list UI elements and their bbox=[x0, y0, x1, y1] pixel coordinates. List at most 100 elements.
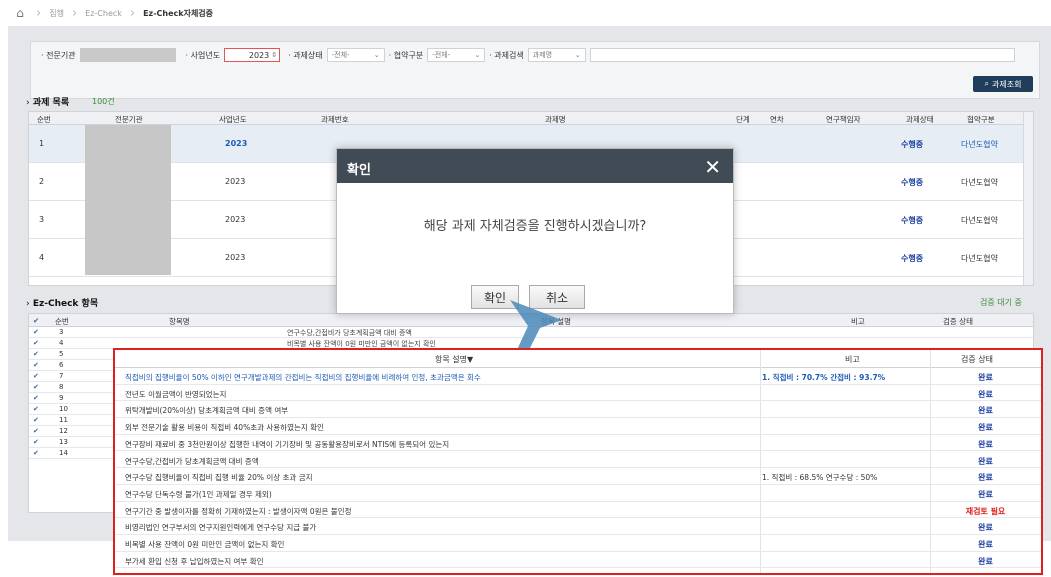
row-no: 3 bbox=[59, 328, 64, 336]
item-description: 연구수당 단독수령 불가(1인 과제일 경우 제외) bbox=[125, 489, 272, 499]
item-description: 연구기간 중 발생이자를 정확히 기재하였는지 : 발생이자액 0원은 불인정 bbox=[125, 506, 352, 516]
row-no: 10 bbox=[59, 405, 68, 413]
col-no: 순번 bbox=[37, 115, 51, 124]
verify-status-badge: 완료 bbox=[978, 373, 993, 382]
col-verify-status: 검증 상태 bbox=[943, 317, 973, 326]
item-note: 1. 직접비 : 70.7% 간접비 : 93.7% bbox=[762, 373, 886, 382]
dialog-title: 확인 bbox=[347, 163, 371, 178]
table-row[interactable]: 외부 전문기술 활용 비용이 직접비 40%초과 사용하였는지 확인 완료 bbox=[115, 418, 1041, 435]
org-cells-blurred bbox=[85, 125, 171, 275]
check-icon[interactable]: ✔ bbox=[33, 416, 43, 425]
item-description: 전년도 이월금액이 반영되었는지 bbox=[125, 389, 227, 399]
chevron-down-icon: ⌄ bbox=[373, 51, 380, 59]
row-agreement: 다년도협약 bbox=[961, 140, 998, 149]
status-select-value: -전체- bbox=[331, 51, 350, 59]
table-row[interactable]: 비영리법인 연구부서의 연구지원인력에게 연구수당 지급 불가 완료 bbox=[115, 518, 1041, 535]
row-agreement: 다년도협약 bbox=[961, 178, 998, 187]
row-status: 수행중 bbox=[901, 216, 924, 225]
row-no: 5 bbox=[59, 350, 64, 358]
breadcrumb-item-ezcheck[interactable]: Ez-Check bbox=[85, 9, 122, 18]
check-icon[interactable]: ✔ bbox=[33, 372, 43, 381]
verify-status-badge: 완료 bbox=[978, 456, 993, 466]
org-field-blurred[interactable] bbox=[79, 48, 176, 62]
year-value: 2023 bbox=[248, 50, 270, 60]
close-icon[interactable]: ✕ bbox=[704, 155, 721, 179]
table-row[interactable]: 전년도 이월금액이 반영되었는지 완료 bbox=[115, 385, 1041, 402]
table-row[interactable]: 연구기간 중 발생이자를 정확히 기재하였는지 : 발생이자액 0원은 불인정 재… bbox=[115, 502, 1041, 519]
dialog-message: 해당 과제 자체검증을 진행하시겠습니까? bbox=[423, 219, 647, 234]
item-description: 연구수당 집행비율이 직접비 집행 비율 20% 이상 초과 금지 bbox=[125, 473, 313, 483]
breadcrumb: ⌂ › 집행 › Ez-Check › Ez-Check자체검증 bbox=[0, 0, 1051, 26]
item-description: 비목별 사용 잔액이 0원 미만인 금액이 없는지 확인 bbox=[125, 540, 285, 549]
item-description: 비영리법인 연구부서의 연구지원인력에게 연구수당 지급 불가 bbox=[125, 523, 317, 533]
row-no: 4 bbox=[59, 339, 64, 347]
breadcrumb-item-execution[interactable]: 집행 bbox=[49, 8, 64, 19]
row-agreement: 다년도협약 bbox=[961, 216, 998, 225]
zoom-callout-panel: 항목 설명▼ 비고 검증 상태 직접비의 집행비율이 50% 이하인 연구개발과… bbox=[113, 348, 1043, 575]
col-stage: 단계 bbox=[736, 115, 750, 124]
table-row[interactable]: 비목별 사용 잔액이 0원 미만인 금액이 없는지 확인 완료 bbox=[115, 535, 1041, 552]
row-no: 11 bbox=[59, 416, 68, 424]
row-status: 수행중 bbox=[901, 140, 924, 149]
verify-status-badge: 완료 bbox=[978, 540, 993, 549]
check-icon[interactable]: ✔ bbox=[33, 361, 43, 370]
chevron-down-icon: ⌄ bbox=[574, 51, 581, 59]
zoom-col-note: 비고 bbox=[845, 355, 860, 364]
check-icon[interactable]: ✔ bbox=[33, 405, 43, 414]
table-row[interactable]: 위탁개발비(20%이상) 당초계획금액 대비 증액 여부 완료 bbox=[115, 401, 1041, 419]
check-icon[interactable]: ✔ bbox=[33, 328, 43, 337]
verify-status-badge: 완료 bbox=[978, 439, 993, 449]
project-list-title: 과제 목록 bbox=[26, 95, 69, 108]
check-icon[interactable]: ✔ bbox=[33, 339, 43, 348]
col-project-name: 과제명 bbox=[545, 115, 566, 124]
status-select[interactable]: -전체- ⌄ bbox=[326, 48, 385, 62]
check-icon[interactable]: ✔ bbox=[33, 394, 43, 403]
verify-status-badge: 완료 bbox=[978, 556, 993, 566]
year-stepper[interactable]: 2023 ⇳ bbox=[224, 48, 281, 62]
table-row[interactable]: 부가세 환입 신청 후 납입하였는지 여부 확인 완료 bbox=[115, 552, 1041, 569]
row-status: 수행중 bbox=[901, 254, 924, 263]
ezcheck-status-text: 검증 대기 중 bbox=[980, 298, 1022, 307]
col-year-seq: 연차 bbox=[770, 115, 784, 124]
table-row[interactable]: 연구수당,간접비가 당초계획금액 대비 증액 완료 bbox=[115, 452, 1041, 469]
zoom-col-status: 검증 상태 bbox=[961, 355, 993, 364]
check-icon[interactable]: ✔ bbox=[33, 427, 43, 436]
row-text: 연구수당,간접비가 당초계획금액 대비 증액 bbox=[287, 329, 412, 337]
check-icon[interactable]: ✔ bbox=[33, 449, 43, 458]
confirm-dialog: 확인 ✕ 해당 과제 자체검증을 진행하시겠습니까? 확인 취소 bbox=[336, 148, 734, 314]
row-no: 2 bbox=[39, 177, 45, 186]
check-icon[interactable]: ✔ bbox=[33, 438, 43, 447]
col-project-no: 과제번호 bbox=[321, 115, 349, 124]
row-no: 3 bbox=[39, 215, 45, 224]
item-description: 직접비의 집행비율이 50% 이하인 연구개발과제의 간접비는 직접비의 집행비… bbox=[125, 373, 481, 382]
row-no: 14 bbox=[59, 449, 68, 457]
verify-status-badge: 완료 bbox=[978, 489, 993, 499]
search-panel: 전문기관 사업년도 2023 ⇳ 과제상태 -전체- ⌄ 협약구분 -전체- ⌄… bbox=[30, 41, 1040, 99]
search-button[interactable]: ⌕ 과제조회 bbox=[973, 76, 1033, 92]
chevron-right-icon: › bbox=[129, 5, 136, 21]
agreement-select[interactable]: -전체- ⌄ bbox=[427, 48, 486, 62]
check-icon[interactable]: ✔ bbox=[33, 350, 43, 359]
row-no: 6 bbox=[59, 361, 64, 369]
col-note: 비고 bbox=[851, 317, 865, 326]
check-icon[interactable]: ✔ bbox=[33, 383, 43, 392]
agreement-label: 협약구분 bbox=[389, 50, 423, 61]
zoom-col-item[interactable]: 항목 설명▼ bbox=[435, 354, 473, 365]
col-no: 순번 bbox=[55, 317, 69, 326]
keyword-input[interactable] bbox=[589, 48, 1015, 62]
table-row[interactable]: 연구수당 단독수령 불가(1인 과제일 경우 제외) 완료 bbox=[115, 485, 1041, 502]
col-year: 사업년도 bbox=[219, 115, 247, 124]
row-status: 수행중 bbox=[901, 178, 924, 187]
row-no: 7 bbox=[59, 372, 64, 380]
table-row[interactable]: 연구수당 집행비율이 직접비 집행 비율 20% 이상 초과 금지 1. 직접비 … bbox=[115, 468, 1041, 485]
table-scrollbar[interactable] bbox=[1023, 112, 1033, 285]
table-row[interactable]: 직접비의 집행비율이 50% 이하인 연구개발과제의 간접비는 직접비의 집행비… bbox=[115, 368, 1041, 385]
home-icon[interactable]: ⌂ bbox=[12, 6, 28, 20]
keyword-type-select[interactable]: 과제명 ⌄ bbox=[527, 48, 586, 62]
table-row[interactable]: 연구장비 재료비 중 3천만원이상 집행한 내역이 기기장비 및 공동활용장비로… bbox=[115, 435, 1041, 452]
item-note: 1. 직접비 : 68.5% 연구수당 : 50% bbox=[762, 473, 878, 483]
spinner-icon[interactable]: ⇳ bbox=[271, 51, 277, 59]
row-no: 9 bbox=[59, 394, 64, 402]
item-description: 연구수당,간접비가 당초계획금액 대비 증액 bbox=[125, 456, 259, 466]
select-all-checkbox[interactable]: ✔ bbox=[33, 316, 39, 325]
